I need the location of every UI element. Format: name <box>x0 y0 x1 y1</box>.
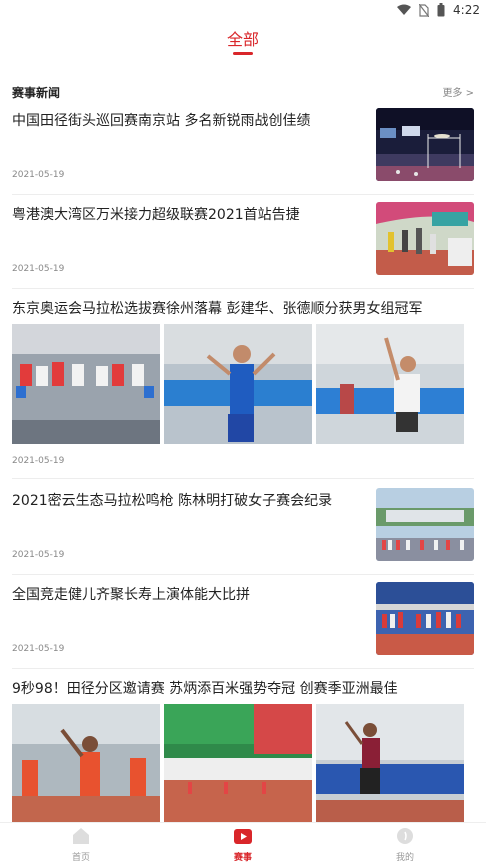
nav-events-label: 赛事 <box>233 853 252 863</box>
news-image <box>316 704 464 824</box>
news-date: 2021-05-19 <box>12 644 65 654</box>
news-date: 2021-05-19 <box>12 170 65 180</box>
tab-all-label: 全部 <box>226 30 259 49</box>
news-image <box>12 704 160 824</box>
nav-home-label: 首页 <box>71 853 90 863</box>
news-date: 2021-05-19 <box>12 550 65 560</box>
news-title: 东京奥运会马拉松选拔赛徐州落幕 彭建华、张德顺分获男女组冠军 <box>12 301 423 317</box>
divider <box>12 288 474 289</box>
nav-events[interactable]: 赛事 <box>213 827 273 863</box>
tab-all[interactable]: 全部 <box>0 26 486 55</box>
home-icon <box>73 828 89 844</box>
news-title: 2021密云生态马拉松鸣枪 陈林明打破女子赛会纪录 <box>12 493 333 509</box>
news-item[interactable]: 东京奥运会马拉松选拔赛徐州落幕 彭建华、张德顺分获男女组冠军 2021-05-1… <box>0 296 486 472</box>
news-item[interactable]: 全国竞走健儿齐聚长寿上演体能大比拼 2021-05-19 <box>0 582 486 664</box>
profile-icon <box>397 828 413 844</box>
news-image <box>12 324 160 444</box>
news-item[interactable]: 9秒98！田径分区邀请赛 苏炳添百米强势夺冠 创赛季亚洲最佳 <box>0 676 486 824</box>
nav-profile-label: 我的 <box>395 853 414 863</box>
news-thumbnail <box>376 202 474 275</box>
bottom-nav: 首页 赛事 我的 <box>0 822 486 864</box>
divider <box>12 574 474 575</box>
divider <box>12 668 474 669</box>
tab-indicator <box>233 52 253 55</box>
section-header: 赛事新闻 更多 > <box>12 82 474 100</box>
news-title: 9秒98！田径分区邀请赛 苏炳添百米强势夺冠 创赛季亚洲最佳 <box>12 681 398 697</box>
news-item[interactable]: 中国田径街头巡回赛南京站 多名新锐雨战创佳绩 2021-05-19 <box>0 108 486 190</box>
news-item[interactable]: 粤港澳大湾区万米接力超级联赛2021首站告捷 2021-05-19 <box>0 202 486 284</box>
status-time: 4:22 <box>453 3 480 17</box>
nav-home[interactable]: 首页 <box>51 827 111 863</box>
no-sim-icon <box>419 3 430 17</box>
news-title: 粤港澳大湾区万米接力超级联赛2021首站告捷 <box>12 207 300 223</box>
divider <box>12 194 474 195</box>
news-date: 2021-05-19 <box>12 264 65 274</box>
news-date: 2021-05-19 <box>12 456 65 466</box>
wifi-icon <box>397 4 412 15</box>
news-title: 全国竞走健儿齐聚长寿上演体能大比拼 <box>12 587 250 603</box>
battery-icon <box>437 3 445 17</box>
divider <box>12 478 474 479</box>
news-title: 中国田径街头巡回赛南京站 多名新锐雨战创佳绩 <box>12 113 311 129</box>
status-icons: 4:22 <box>397 3 480 17</box>
section-title: 赛事新闻 <box>12 86 61 100</box>
more-link[interactable]: 更多 > <box>442 84 474 99</box>
news-image <box>316 324 464 444</box>
nav-profile[interactable]: 我的 <box>375 827 435 863</box>
events-icon <box>234 829 252 844</box>
news-image <box>164 324 312 444</box>
news-thumbnail <box>376 582 474 655</box>
status-bar: 4:22 <box>0 0 486 22</box>
news-image <box>164 704 312 824</box>
news-thumbnail <box>376 108 474 181</box>
news-item[interactable]: 2021密云生态马拉松鸣枪 陈林明打破女子赛会纪录 2021-05-19 <box>0 488 486 570</box>
news-thumbnail <box>376 488 474 561</box>
